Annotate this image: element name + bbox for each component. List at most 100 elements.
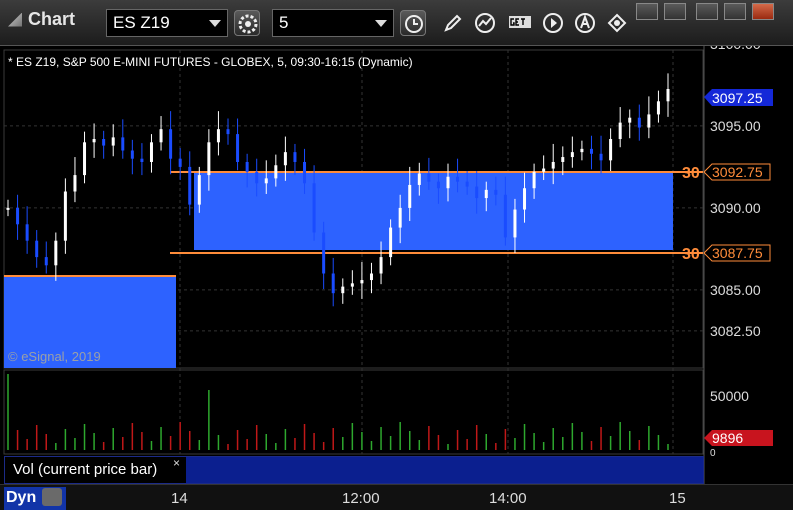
candle-body (16, 207, 20, 225)
price-tick-label: 3095.00 (710, 118, 761, 134)
volume-study-bar[interactable]: Vol (current price bar) × (4, 456, 704, 484)
candle-body (542, 168, 546, 172)
symbol-value: ES Z19 (113, 13, 170, 32)
candle-body (216, 129, 220, 143)
window-title-text: Chart (28, 9, 76, 29)
alert-a-icon (575, 13, 595, 33)
candle-body (197, 175, 201, 205)
close-button[interactable] (752, 3, 774, 20)
candle-body (303, 161, 307, 184)
chart-area[interactable]: 3100.00 3095.00 3090.00 3085.00 3082.50 30 3… (0, 36, 793, 510)
chart-toolbar: Chart ES Z19 5 (0, 0, 793, 46)
candle-body (436, 181, 440, 189)
candle-body (169, 129, 173, 159)
window-corner-icon (8, 12, 22, 27)
lock-icon[interactable] (42, 488, 62, 506)
volume-axis-zero: 0 (710, 448, 716, 459)
pin-button[interactable] (636, 3, 658, 20)
candle-body (503, 194, 507, 238)
candle-body (255, 171, 259, 184)
level-low-tag: 30 (682, 246, 700, 263)
diamond-link-icon (607, 13, 627, 33)
candle-body (121, 137, 125, 151)
chart-line-icon (475, 13, 495, 33)
current-price-value: 3097.25 (712, 90, 763, 106)
time-label-15: 15 (669, 490, 686, 507)
volume-axis-max: 50000 (710, 388, 749, 404)
candle-body (609, 139, 613, 161)
candle-body (561, 157, 565, 162)
candle-body (188, 166, 192, 205)
price-tick-label: 3085.00 (710, 282, 761, 298)
level-low-value: 3087.75 (712, 245, 763, 261)
window-title: Chart (8, 9, 75, 30)
time-button[interactable] (400, 10, 426, 36)
get-data-icon (509, 16, 531, 28)
candle-body (63, 191, 67, 241)
candle-body (637, 117, 641, 128)
candle-body (580, 148, 584, 153)
candle-body (456, 176, 460, 182)
candle-body (427, 173, 431, 182)
candle-body (54, 240, 58, 266)
candle-body (389, 227, 393, 258)
candle-body (446, 176, 450, 189)
candle-body (599, 153, 603, 161)
candle-body (102, 139, 106, 146)
candle-body (245, 161, 249, 172)
chevron-down-icon (209, 20, 221, 27)
link-button[interactable] (604, 10, 630, 36)
candle-body (331, 273, 335, 294)
candle-body (149, 142, 153, 162)
dynamic-mode-label: Dyn (6, 489, 37, 506)
time-label-1400: 14:00 (489, 490, 527, 507)
get-button[interactable] (506, 10, 532, 36)
candle-body (159, 129, 163, 143)
price-tick-label: 3090.00 (710, 200, 761, 216)
settings-button[interactable] (234, 10, 260, 36)
level-high-tag: 30 (682, 165, 700, 182)
candle-body (312, 183, 316, 233)
candle-body (25, 224, 29, 241)
candle-body (274, 165, 278, 179)
candle-body (369, 273, 373, 281)
volume-bars (7, 374, 669, 450)
minimize-button[interactable] (696, 3, 718, 20)
alerts-button[interactable] (572, 10, 598, 36)
current-volume-value: 9896 (712, 430, 743, 446)
studies-button[interactable] (472, 10, 498, 36)
candle-body (111, 137, 115, 146)
pencil-icon (444, 14, 462, 32)
candle-body (494, 189, 498, 195)
restore-button[interactable] (664, 3, 686, 20)
play-button[interactable] (540, 10, 566, 36)
candle-body (532, 171, 536, 189)
symbol-info-line: * ES Z19, S&P 500 E-MINI FUTURES - GLOBE… (8, 55, 413, 69)
price-chart[interactable]: 3100.00 3095.00 3090.00 3085.00 3082.50 30 3… (0, 36, 793, 510)
candle-body (293, 152, 297, 162)
candle-body (283, 152, 287, 166)
symbol-combo[interactable]: ES Z19 (106, 9, 228, 37)
candle-body (398, 207, 402, 228)
candle-body (226, 129, 230, 135)
candle-body (551, 161, 555, 169)
candle-body (379, 257, 383, 274)
draw-button[interactable] (440, 10, 466, 36)
close-icon[interactable]: × (173, 456, 180, 470)
candle-body (236, 134, 240, 162)
candle-body (350, 283, 354, 287)
copyright-text: © eSignal, 2019 (8, 349, 101, 364)
candle-body (178, 158, 182, 167)
candle-body (264, 178, 268, 184)
candle-body (618, 122, 622, 140)
candle-body (465, 181, 469, 187)
candle-body (207, 142, 211, 176)
interval-combo[interactable]: 5 (272, 9, 394, 37)
candle-body (322, 232, 326, 274)
candle-body (35, 240, 39, 258)
play-icon (543, 13, 563, 33)
price-tick-label: 3082.50 (710, 323, 761, 339)
volume-pane-frame (3, 369, 704, 455)
maximize-button[interactable] (724, 3, 746, 20)
time-label-14: 14 (171, 490, 188, 507)
